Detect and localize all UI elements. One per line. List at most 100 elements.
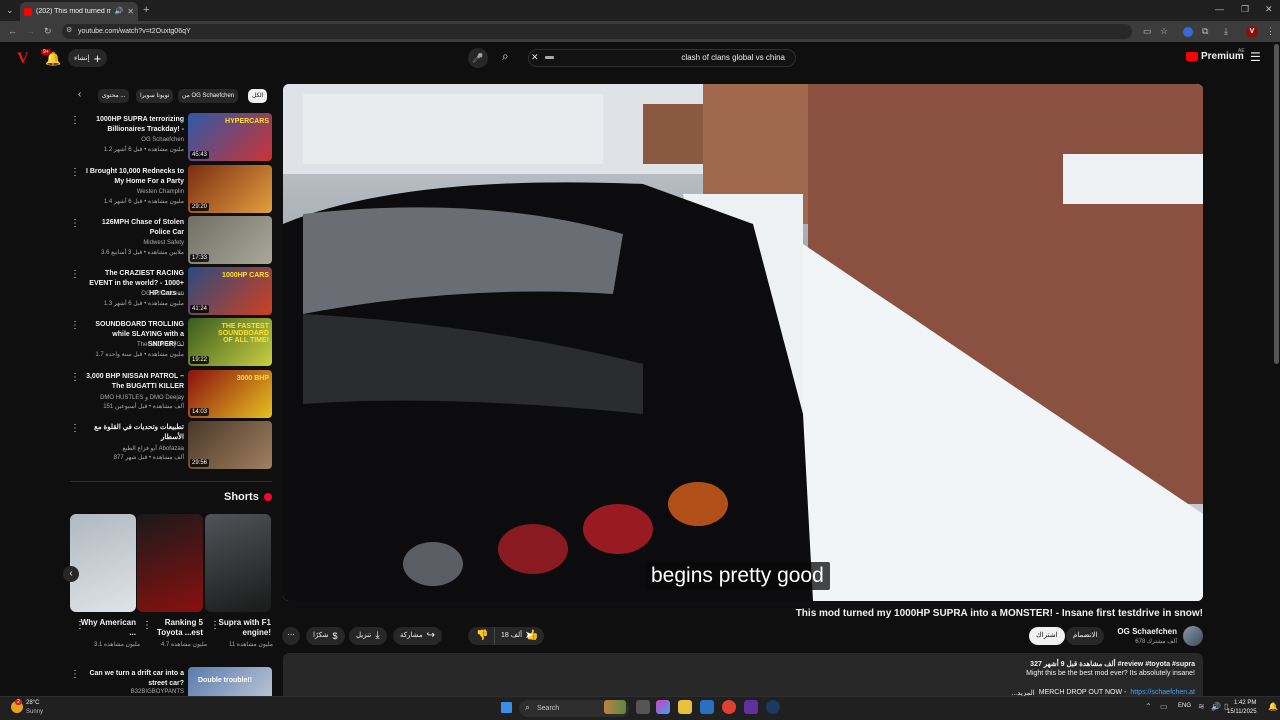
search-input[interactable]: clash of clans global vs china — [528, 49, 796, 67]
related-video-thumbnail[interactable]: 29:20 — [188, 165, 272, 213]
related-video-card[interactable]: ⋮ Can we turn a drift car into a street … — [70, 667, 272, 696]
search-icon[interactable]: ⌕ — [502, 49, 509, 64]
store-icon[interactable] — [700, 700, 714, 714]
share-button[interactable]: مشاركة ↪ — [393, 627, 442, 645]
obs-icon[interactable] — [744, 700, 758, 714]
related-video-card[interactable]: ⋮ I Brought 10,000 Rednecks to My Home Fo… — [70, 165, 272, 213]
youtube-premium-logo[interactable]: Premium — [1186, 51, 1244, 62]
notification-center-icon[interactable]: 🔔 — [1268, 703, 1278, 711]
dislike-icon[interactable]: 👎 — [476, 627, 488, 645]
thumbnail-overlay-text: 1000HP CARS — [222, 272, 269, 279]
description-box[interactable]: 327 ألف مشاهدة قبل 9 أشهر #review #toyot… — [283, 653, 1203, 697]
tab-list-icon[interactable]: ⌄ — [6, 6, 14, 15]
create-button[interactable]: إنشاء + — [68, 49, 108, 67]
windows-start-icon[interactable] — [501, 702, 512, 713]
task-view-icon[interactable] — [636, 700, 650, 714]
more-options-icon[interactable]: ⋮ — [70, 115, 80, 126]
clear-search-icon[interactable]: ✕ — [531, 52, 539, 63]
channel-name[interactable]: OG Schaefchen — [1117, 627, 1177, 636]
new-tab-icon[interactable]: + — [143, 5, 149, 16]
more-options-icon[interactable]: ⋮ — [70, 669, 80, 680]
chip-from-channel[interactable]: من OG Schaefchen — [178, 89, 239, 103]
short-thumbnail[interactable] — [205, 514, 271, 612]
chrome-icon[interactable] — [722, 700, 736, 714]
copilot-icon[interactable] — [656, 700, 670, 714]
more-options-icon[interactable]: ⋮ — [70, 320, 80, 331]
back-icon[interactable]: ← — [8, 27, 17, 36]
related-video-card[interactable]: ⋮ تطبيعات وتحديات في القلوة مع الأسطار أبو… — [70, 421, 272, 469]
like-count[interactable]: 18 ألف — [501, 627, 522, 645]
more-options-icon[interactable]: ⋮ — [70, 167, 80, 178]
short-more-options-icon[interactable]: ⋮ — [210, 620, 220, 631]
clock-time[interactable]: 1:42 PM — [1234, 700, 1256, 706]
browser-menu-icon[interactable]: ⋮ — [1266, 27, 1275, 36]
related-video-thumbnail[interactable]: HYPERCARS 45:43 — [188, 113, 272, 161]
more-options-icon[interactable]: ⋮ — [70, 269, 80, 280]
extensions-puzzle-icon[interactable]: ⧉ — [1202, 27, 1208, 36]
related-video-card[interactable]: ⋮ SOUNDBOARD TROLLING while SLAYING with … — [70, 318, 272, 366]
chip-related[interactable]: محتوى ... — [98, 89, 130, 103]
site-info-icon[interactable]: ⚙ — [66, 27, 72, 34]
profile-avatar[interactable]: V — [1246, 26, 1258, 38]
channel-logo-icon[interactable]: V — [17, 50, 29, 68]
related-video-title: 1000HP SUPRA terrorizing Billionaires Tr… — [96, 116, 184, 133]
forward-icon[interactable]: → — [26, 27, 35, 36]
reload-icon[interactable]: ↻ — [44, 27, 52, 36]
hamburger-menu-icon[interactable]: ☰ — [1250, 51, 1261, 63]
keyboard-icon[interactable] — [545, 56, 554, 59]
related-video-thumbnail[interactable]: 17:33 — [188, 216, 272, 264]
downloads-icon[interactable]: ⤓ — [1224, 27, 1228, 36]
related-video-thumbnail[interactable]: 3000 BHP 14:03 — [188, 370, 272, 418]
more-actions-icon[interactable]: ⋯ — [282, 627, 300, 645]
volume-icon[interactable]: 🔊 — [1211, 703, 1221, 711]
cast-icon[interactable]: ▭ — [1143, 27, 1152, 36]
browser-tab[interactable]: (202) This mod turned my 1 🔊 ✕ — [20, 2, 138, 21]
related-video-card[interactable]: ⋮ The CRAZIEST RACING EVENT in the world?… — [70, 267, 272, 315]
extension-icon[interactable] — [1183, 27, 1193, 37]
tray-overflow-icon[interactable]: ⌃ — [1145, 703, 1152, 711]
related-video-channel: أبو فزاع الطيع Abofazaa — [122, 446, 184, 452]
related-video-card[interactable]: ⋮ 126MPH Chase of Stolen Police Car Midwes… — [70, 216, 272, 264]
file-explorer-icon[interactable] — [678, 700, 692, 714]
more-options-icon[interactable]: ⋮ — [70, 218, 80, 229]
close-window-icon[interactable]: ✕ — [1265, 5, 1273, 14]
bookmark-star-icon[interactable]: ☆ — [1160, 27, 1168, 36]
video-player[interactable] — [283, 84, 1203, 601]
wifi-icon[interactable]: ≋ — [1198, 703, 1205, 711]
short-more-options-icon[interactable]: ⋮ — [75, 620, 85, 631]
more-options-icon[interactable]: ⋮ — [70, 423, 80, 434]
download-button[interactable]: تنزيل ⤓ — [349, 627, 387, 645]
shorts-scroll-left-icon[interactable]: ‹ — [63, 566, 79, 582]
more-options-icon[interactable]: ⋮ — [70, 372, 80, 383]
related-video-card[interactable]: ⋮ 1000HP SUPRA terrorizing Billionaires T… — [70, 113, 272, 161]
steam-icon[interactable] — [766, 700, 780, 714]
network-icon[interactable]: ▭ — [1160, 703, 1168, 711]
related-video-thumbnail[interactable]: Double trouble!! — [188, 667, 272, 696]
join-button[interactable]: الانضمام — [1066, 627, 1105, 645]
related-video-thumbnail[interactable]: THE FASTEST SOUNDBOARD OF ALL TIME! 19:22 — [188, 318, 272, 366]
chips-scroll-left-icon[interactable]: ‹ — [78, 90, 81, 100]
minimize-icon[interactable]: — — [1215, 5, 1224, 14]
url-field[interactable]: youtube.com/watch?v=t2Ouxtg06qY — [62, 24, 1132, 39]
language-indicator[interactable]: ENG — [1178, 703, 1191, 709]
channel-avatar[interactable] — [1183, 626, 1203, 646]
related-video-card[interactable]: ⋮ 3,000 BHP NISSAN PATROL – The BUGATTI K… — [70, 370, 272, 418]
page-scrollbar[interactable] — [1274, 44, 1279, 364]
shorts-logo-icon — [263, 493, 272, 501]
maximize-icon[interactable]: ❐ — [1241, 5, 1249, 14]
subscribe-button[interactable]: اشتراك — [1029, 627, 1065, 645]
related-video-thumbnail[interactable]: 29:56 — [188, 421, 272, 469]
chip-all[interactable]: الكل — [248, 89, 268, 103]
short-views: 3.1 مليون مشاهدة — [94, 642, 141, 648]
voice-search-icon[interactable]: 🎤 — [468, 48, 488, 68]
short-thumbnail[interactable] — [137, 514, 203, 612]
thanks-button[interactable]: شكرًا $ — [306, 627, 345, 645]
audio-icon[interactable]: 🔊 — [115, 8, 124, 15]
search-highlight-icon[interactable] — [604, 700, 626, 714]
close-tab-icon[interactable]: ✕ — [127, 7, 134, 16]
related-video-thumbnail[interactable]: 1000HP CARS 41:24 — [188, 267, 272, 315]
short-more-options-icon[interactable]: ⋮ — [142, 620, 152, 631]
clock-date[interactable]: 15/11/2025 — [1227, 709, 1257, 715]
chip-toyota-supra[interactable]: تويوتا سوبرا — [136, 89, 174, 103]
short-thumbnail[interactable] — [70, 514, 136, 612]
